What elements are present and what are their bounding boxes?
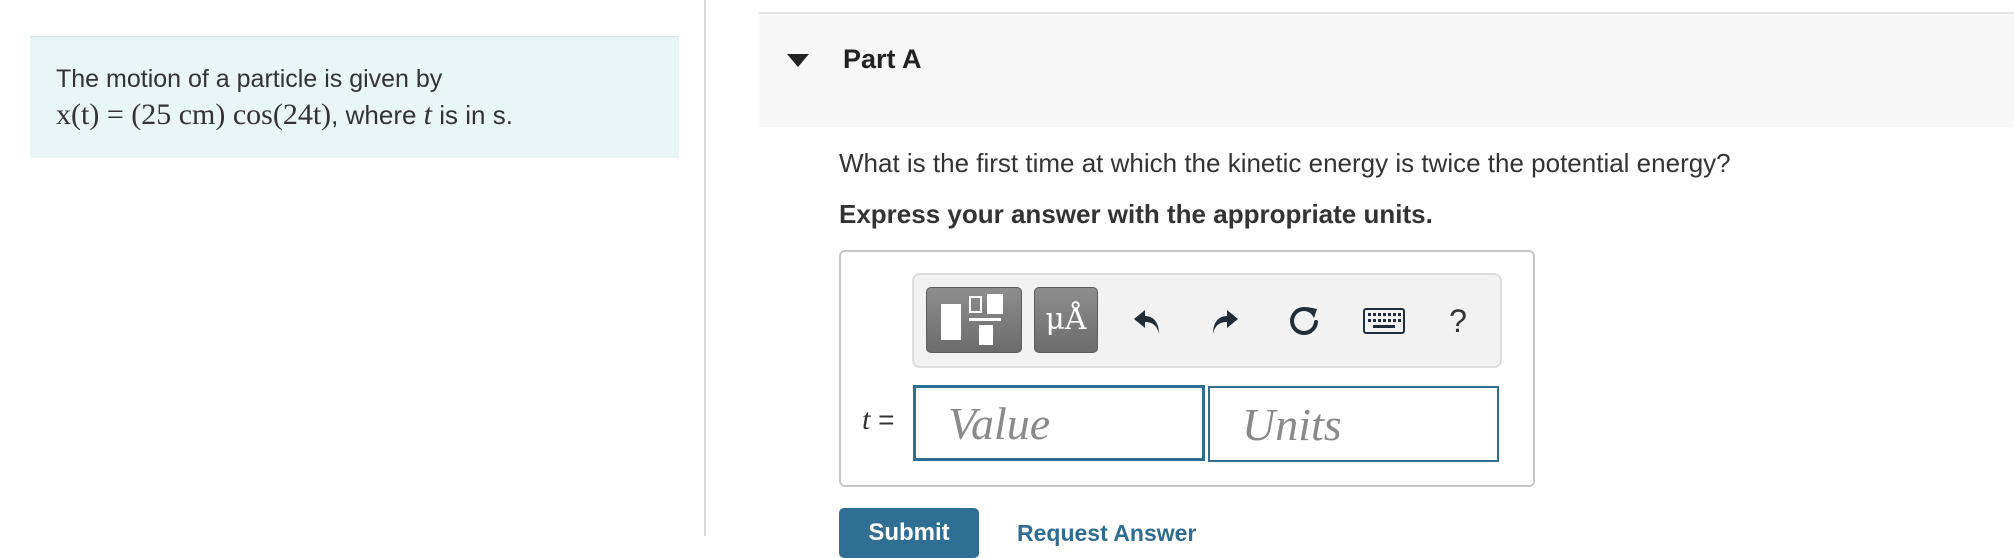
question-text: What is the first time at which the kine… (839, 148, 1731, 178)
equation-suffix: , where (331, 100, 417, 130)
keyboard-icon (1363, 308, 1405, 334)
symbols-button[interactable]: μÅ (1034, 287, 1098, 353)
undo-button[interactable] (1124, 297, 1172, 345)
answer-instruction: Express your answer with the appropriate… (839, 199, 1433, 229)
redo-button[interactable] (1200, 297, 1248, 345)
request-answer-link[interactable]: Request Answer (1017, 520, 1196, 547)
answer-variable: t (862, 403, 871, 436)
units-input[interactable] (1208, 386, 1499, 462)
equals-sign: = (878, 404, 895, 435)
symbols-icon: μÅ (1045, 302, 1087, 337)
caret-down-icon[interactable] (787, 54, 809, 67)
keyboard-button[interactable] (1356, 297, 1412, 345)
part-title: Part A (843, 44, 922, 74)
motion-equation: x(t) = (25 cm) cos(24t) (56, 98, 332, 131)
help-button[interactable]: ? (1434, 297, 1482, 345)
math-toolbar: μÅ ? (912, 273, 1502, 368)
value-input[interactable] (913, 385, 1205, 461)
time-variable: t (423, 98, 433, 131)
answer-variable-label: t = (862, 403, 894, 437)
reset-button[interactable] (1280, 297, 1328, 345)
problem-text: The motion of a particle is given by (56, 65, 443, 93)
undo-icon (1134, 310, 1159, 334)
part-a-header[interactable]: Part A (759, 12, 2014, 127)
templates-button[interactable] (926, 287, 1022, 353)
reset-icon (1290, 307, 1318, 335)
help-icon: ? (1449, 302, 1467, 339)
problem-statement: The motion of a particle is given by x(t… (30, 36, 679, 158)
time-unit-text: is in s. (439, 100, 513, 130)
column-divider (704, 0, 706, 536)
redo-icon (1213, 310, 1238, 334)
submit-button[interactable]: Submit (839, 508, 979, 558)
problem-equation-line: x(t) = (25 cm) cos(24t), where t is in s… (56, 98, 513, 132)
